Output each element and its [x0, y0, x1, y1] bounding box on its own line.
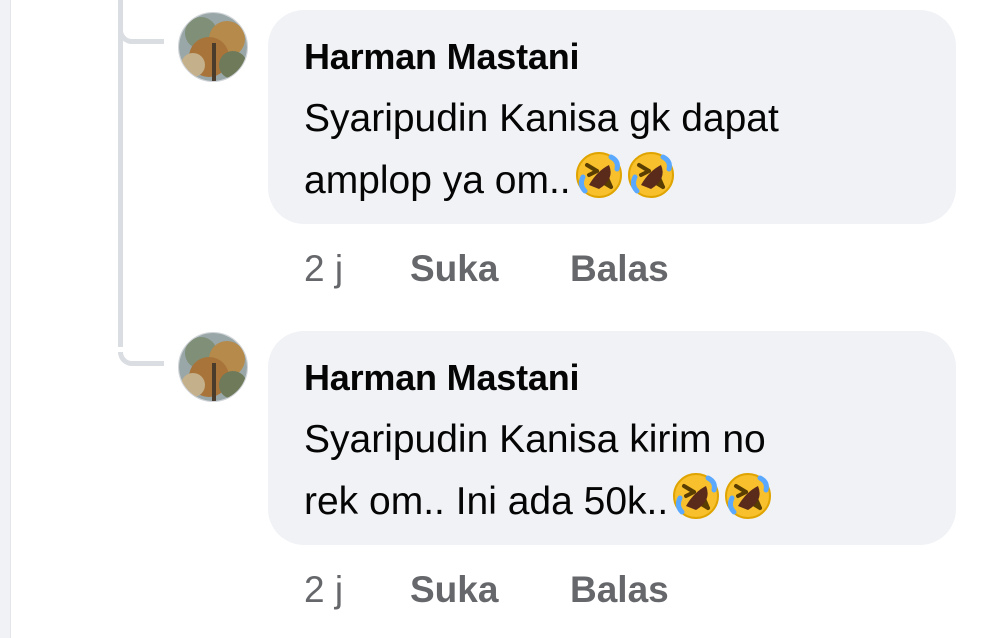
thread-connector-elbow [118, 30, 164, 44]
comment-timestamp[interactable]: 2 j [304, 244, 343, 294]
rolling-on-floor-laughing-emoji-icon [724, 472, 772, 539]
thread-connector-line [118, 0, 123, 347]
reply-button[interactable]: Balas [570, 565, 669, 615]
comment-timestamp[interactable]: 2 j [304, 565, 343, 615]
comment-text-line-with-emojis: rek om.. Ini ada 50k.. [304, 471, 922, 539]
comment-text-line-with-emojis: amplop ya om.. [304, 150, 922, 218]
avatar-photo-icon [179, 333, 247, 401]
comment-text-line: Syaripudin Kanisa gk dapat [304, 97, 779, 140]
comment-text: Syaripudin Kanisa kirim no rek om.. Ini … [304, 409, 922, 539]
reply-button[interactable]: Balas [570, 244, 669, 294]
comment-bubble: Harman Mastani Syaripudin Kanisa kirim n… [268, 331, 956, 545]
comment-text-line: amplop ya om.. [304, 159, 571, 202]
avatar[interactable] [178, 12, 248, 82]
thread-connector-elbow [118, 352, 164, 366]
comment-author[interactable]: Harman Mastani [304, 357, 922, 399]
rolling-on-floor-laughing-emoji-icon [627, 151, 675, 218]
comment-bubble: Harman Mastani Syaripudin Kanisa gk dapa… [268, 10, 956, 224]
rolling-on-floor-laughing-emoji-icon [575, 151, 623, 218]
page-left-rail [0, 0, 11, 638]
comment-text-line: rek om.. Ini ada 50k.. [304, 480, 669, 523]
comment-text: Syaripudin Kanisa gk dapat amplop ya om.… [304, 88, 922, 218]
rolling-on-floor-laughing-emoji-icon [672, 472, 720, 539]
avatar-photo-icon [179, 13, 247, 81]
avatar[interactable] [178, 332, 248, 402]
like-button[interactable]: Suka [410, 565, 498, 615]
comment-author[interactable]: Harman Mastani [304, 36, 922, 78]
like-button[interactable]: Suka [410, 244, 498, 294]
comment-text-line: Syaripudin Kanisa kirim no [304, 418, 766, 461]
